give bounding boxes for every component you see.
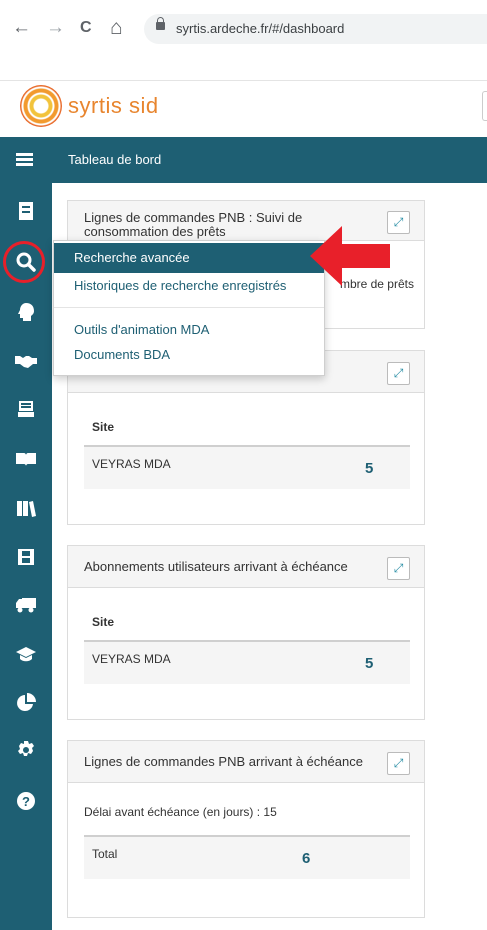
table-header-site: Site — [92, 615, 115, 629]
panel-header: Abonnements utilisateurs arrivant à éché… — [68, 546, 424, 588]
menu-divider — [54, 307, 324, 308]
browser-toolbar: ← → C ⌂ syrtis.ardeche.fr/#/dashboard — [0, 0, 487, 56]
app-logo-text[interactable]: syrtis sid — [68, 93, 159, 119]
annotation-red-arrow — [310, 226, 390, 286]
menu-item-historiques-recherche[interactable]: Historiques de recherche enregistrés — [54, 271, 324, 301]
svg-text:?: ? — [22, 794, 30, 809]
total-label: Total — [92, 847, 118, 861]
table-header-site: Site — [92, 420, 115, 434]
search-dropdown-menu: Recherche avancée Historiques de recherc… — [53, 240, 325, 376]
table-cell-site: VEYRAS MDA — [92, 652, 171, 666]
expand-icon[interactable]: ⤢ — [387, 752, 410, 775]
panel-title: Abonnements utilisateurs arrivant à éché… — [84, 559, 348, 574]
expand-icon[interactable]: ⤢ — [387, 557, 410, 580]
menu-item-recherche-avancee[interactable]: Recherche avancée — [54, 243, 324, 273]
app-header: syrtis sid — [0, 81, 487, 137]
table-row: Total 6 — [84, 837, 410, 879]
expand-icon[interactable]: ⤢ — [387, 211, 410, 234]
panel-title-line2: consommation des prêts — [84, 224, 226, 239]
book-return-icon[interactable] — [12, 197, 40, 225]
help-icon[interactable]: ? — [12, 787, 40, 815]
panel-site-count: ⤢ Site VEYRAS MDA 5 — [67, 350, 425, 525]
film-icon[interactable] — [12, 543, 40, 571]
archive-icon[interactable] — [12, 395, 40, 423]
handshake-icon[interactable] — [12, 347, 40, 375]
table-row: VEYRAS MDA 5 — [84, 447, 410, 489]
panel-title: Lignes de commandes PNB arrivant à échéa… — [84, 754, 363, 769]
annotation-red-circle — [3, 241, 45, 283]
top-navbar: Tableau de bord — [0, 137, 487, 183]
hamburger-menu-icon[interactable] — [16, 153, 33, 166]
open-book-icon[interactable] — [12, 445, 40, 473]
syrtis-logo-icon — [20, 85, 62, 127]
panel-subscriptions-expiring: Abonnements utilisateurs arrivant à éché… — [67, 545, 425, 720]
truck-icon[interactable] — [12, 591, 40, 619]
delay-label: Délai avant échéance (en jours) : 15 — [84, 805, 277, 819]
table-cell-count[interactable]: 5 — [365, 460, 373, 477]
table-cell-count[interactable]: 5 — [365, 655, 373, 672]
gear-icon[interactable] — [12, 737, 40, 765]
table-row: VEYRAS MDA 5 — [84, 642, 410, 684]
back-arrow-icon[interactable]: ← — [12, 15, 31, 41]
user-head-icon[interactable] — [12, 298, 40, 326]
url-text[interactable]: syrtis.ardeche.fr/#/dashboard — [176, 21, 344, 36]
panel-title: Lignes de commandes PNB : Suivi de — [84, 210, 303, 225]
table-cell-site: VEYRAS MDA — [92, 457, 171, 471]
lock-icon — [156, 17, 165, 30]
page-title: Tableau de bord — [68, 152, 162, 167]
sidebar: ? — [0, 183, 52, 930]
books-icon[interactable] — [12, 494, 40, 522]
menu-item-documents-bda[interactable]: Documents BDA — [54, 340, 324, 370]
home-icon[interactable]: ⌂ — [110, 15, 123, 41]
header-search-input[interactable] — [482, 91, 487, 121]
address-bar[interactable]: syrtis.ardeche.fr/#/dashboard — [144, 14, 487, 44]
total-value[interactable]: 6 — [302, 850, 310, 867]
pie-chart-icon[interactable] — [12, 689, 40, 717]
expand-icon[interactable]: ⤢ — [387, 362, 410, 385]
graduation-cap-icon[interactable] — [12, 640, 40, 668]
panel-pnb-expiring: Lignes de commandes PNB arrivant à échéa… — [67, 740, 425, 918]
panel-header: Lignes de commandes PNB arrivant à échéa… — [68, 741, 424, 783]
forward-arrow-icon[interactable]: → — [46, 15, 65, 41]
reload-icon[interactable]: C — [80, 15, 92, 41]
